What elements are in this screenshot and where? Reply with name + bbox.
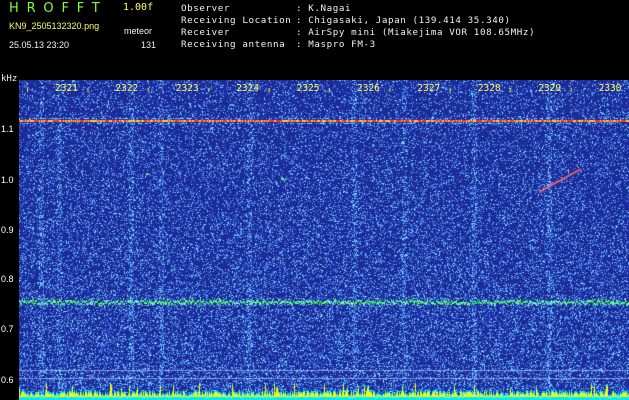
meteor-count: 131 <box>141 40 157 50</box>
receiver-label: Receiver <box>181 27 231 38</box>
meteor-label: meteor <box>124 26 153 36</box>
observer-value: : K.Nagai <box>296 3 352 14</box>
antenna-label: Receiving antenna <box>181 39 286 50</box>
time-tick-label: 2322 <box>115 83 139 94</box>
time-tick-label: 2324 <box>236 83 260 94</box>
observer-label: Observer <box>181 3 231 14</box>
spectrogram-plot <box>19 80 629 400</box>
y-tick-label: 0.6 <box>1 375 14 385</box>
y-axis-unit: kHz <box>1 74 18 84</box>
antenna-value: : Maspro FM-3 <box>296 39 376 50</box>
version-label: 1.00f <box>123 2 154 13</box>
time-tick-label: 2323 <box>175 83 199 94</box>
file-name: KN9_2505132320.png <box>9 21 100 31</box>
time-tick-label: 2330 <box>598 83 622 94</box>
y-tick-label: 0.9 <box>1 225 14 235</box>
location-value: : Chigasaki, Japan (139.414 35.340) <box>296 15 511 26</box>
time-tick-label: 2325 <box>296 83 320 94</box>
datetime-label: 25.05.13 23:20 <box>9 40 70 50</box>
app-name: HROFFT <box>9 1 108 16</box>
location-label: Receiving Location <box>181 15 292 26</box>
spectrogram-canvas <box>19 80 629 400</box>
receiver-value: : AirSpy mini (Miakejima VOR 108.65MHz) <box>296 27 536 38</box>
time-tick-label: 2329 <box>538 83 562 94</box>
header-panel: HROFFT 1.00f KN9_2505132320.png 25.05.13… <box>0 0 629 78</box>
time-tick-label: 2326 <box>357 83 380 94</box>
y-tick-label: 0.8 <box>1 274 14 284</box>
y-tick-label: 1.1 <box>1 124 14 134</box>
time-tick-label: 2328 <box>477 83 501 94</box>
time-tick-label: 2321 <box>55 83 78 94</box>
y-tick-label: 0.7 <box>1 324 14 334</box>
y-tick-label: 1.0 <box>1 175 14 185</box>
time-tick-label: 2327 <box>417 83 441 94</box>
